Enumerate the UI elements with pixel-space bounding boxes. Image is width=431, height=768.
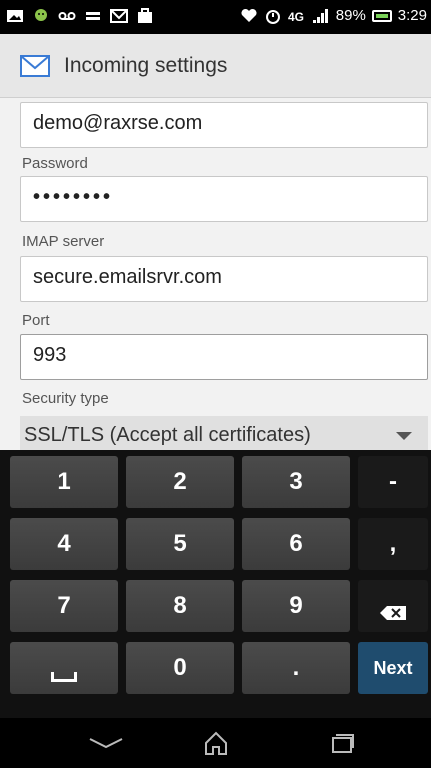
security-type-dropdown[interactable]: SSL/TLS (Accept all certificates)	[20, 416, 428, 454]
key-1[interactable]: 1	[10, 456, 118, 508]
shopping-bag-icon	[136, 8, 154, 24]
port-field[interactable]: 993	[20, 334, 428, 380]
key-4[interactable]: 4	[10, 518, 118, 570]
clock: 3:29	[397, 7, 427, 24]
recent-apps-button[interactable]	[322, 728, 362, 758]
gallery-icon	[6, 8, 24, 24]
imap-server-field[interactable]: secure.emailsrvr.com	[20, 256, 428, 302]
backspace-key[interactable]	[358, 580, 428, 632]
notification-icons	[6, 8, 154, 24]
dropdown-arrow-icon	[396, 432, 412, 440]
android-icon	[32, 8, 50, 24]
svg-text:4G: 4G	[288, 10, 304, 24]
key-5[interactable]: 5	[126, 518, 234, 570]
numeric-keyboard: 1 2 3 - 4 5 6 , 7 8 9 0 . Next	[0, 450, 431, 718]
key-comma[interactable]: ,	[358, 518, 428, 570]
status-bar: 4G 89% 3:29	[0, 0, 431, 34]
home-icon	[205, 731, 227, 755]
battery-icon	[371, 9, 392, 22]
next-button[interactable]: Next	[358, 642, 428, 694]
port-label: Port	[22, 312, 50, 329]
security-type-label: Security type	[22, 390, 109, 407]
key-2[interactable]: 2	[126, 456, 234, 508]
password-field[interactable]: ••••••••	[20, 176, 428, 222]
alarm-icon	[264, 8, 282, 24]
home-button[interactable]	[196, 728, 236, 758]
email-icon	[110, 8, 128, 24]
page-title: Incoming settings	[64, 53, 228, 77]
recent-apps-icon	[332, 734, 354, 753]
heart-icon	[240, 8, 258, 24]
space-key[interactable]	[10, 642, 118, 694]
sync-icon	[84, 8, 102, 24]
key-minus[interactable]: -	[358, 456, 428, 508]
system-status: 4G 89% 3:29	[240, 7, 427, 24]
key-8[interactable]: 8	[126, 580, 234, 632]
navigation-bar	[0, 718, 431, 768]
username-field[interactable]: demo@raxrse.com	[20, 102, 428, 148]
password-label: Password	[22, 155, 88, 172]
chevron-down-icon	[89, 738, 123, 749]
key-7[interactable]: 7	[10, 580, 118, 632]
backspace-icon	[380, 599, 406, 620]
imap-server-label: IMAP server	[22, 233, 105, 250]
signal-icon	[312, 8, 330, 24]
key-0[interactable]: 0	[126, 642, 234, 694]
back-button[interactable]	[86, 728, 126, 758]
key-period[interactable]: .	[242, 642, 350, 694]
voicemail-icon	[58, 8, 76, 24]
action-bar: Incoming settings	[0, 34, 431, 98]
mail-icon	[20, 54, 50, 77]
battery-percent: 89%	[335, 7, 366, 24]
security-type-value: SSL/TLS (Accept all certificates)	[24, 424, 311, 446]
network-4g-icon: 4G	[288, 8, 306, 24]
key-9[interactable]: 9	[242, 580, 350, 632]
key-3[interactable]: 3	[242, 456, 350, 508]
incoming-settings-form: demo@raxrse.com Password •••••••• IMAP s…	[0, 98, 431, 454]
space-icon	[51, 672, 77, 682]
key-6[interactable]: 6	[242, 518, 350, 570]
